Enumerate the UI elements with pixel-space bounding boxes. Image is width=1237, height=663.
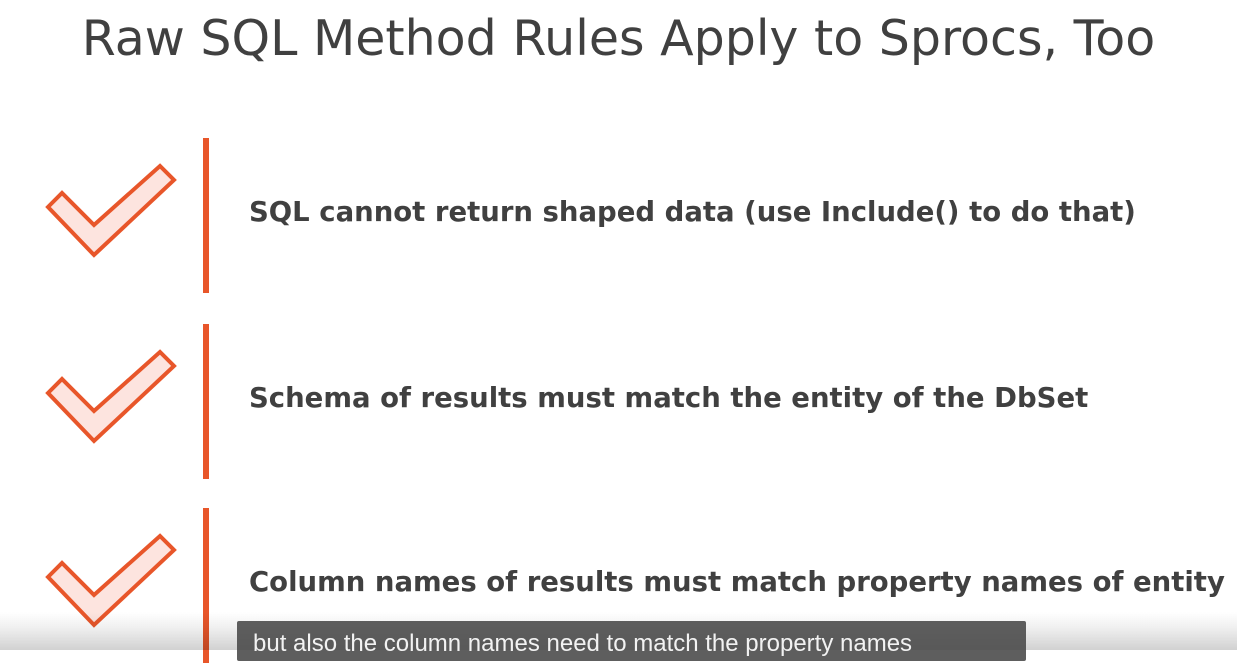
bullet-item: SQL cannot return shaped data (use Inclu… <box>0 138 1237 293</box>
bullet-divider <box>203 138 209 293</box>
caption-box: but also the column names need to match … <box>237 621 1026 661</box>
checkmark-icon <box>44 349 178 453</box>
bullet-item: Schema of results must match the entity … <box>0 324 1237 479</box>
bullet-divider <box>203 324 209 479</box>
bullet-text: SQL cannot return shaped data (use Inclu… <box>249 196 1136 228</box>
checkmark-icon <box>44 163 178 267</box>
bullet-text: Column names of results must match prope… <box>249 566 1225 598</box>
bullet-text: Schema of results must match the entity … <box>249 382 1089 414</box>
slide-title: Raw SQL Method Rules Apply to Sprocs, To… <box>81 10 1156 67</box>
caption-text: but also the column names need to match … <box>253 630 913 657</box>
